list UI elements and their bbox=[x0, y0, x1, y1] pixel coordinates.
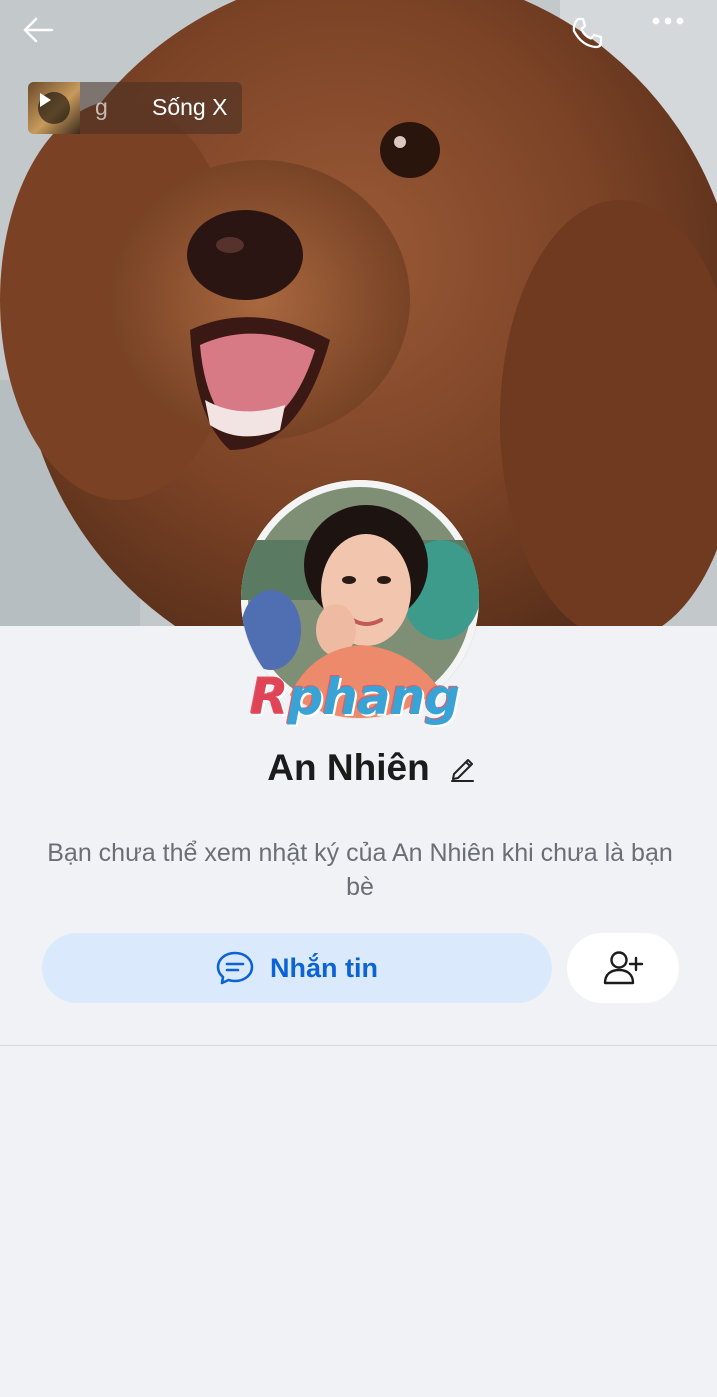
music-song-title: Sống X bbox=[152, 94, 228, 120]
call-button[interactable] bbox=[570, 16, 622, 62]
add-user-icon bbox=[603, 951, 644, 985]
profile-name-row: An Nhiên bbox=[0, 740, 717, 796]
edit-name-button[interactable] bbox=[446, 752, 478, 784]
music-marquee: g Sống X bbox=[80, 82, 242, 134]
play-button[interactable] bbox=[38, 92, 70, 124]
pencil-icon bbox=[450, 759, 474, 782]
play-icon bbox=[40, 93, 51, 107]
watermark-rest: phang bbox=[287, 668, 461, 726]
profile-name: An Nhiên bbox=[267, 747, 430, 788]
watermark-logo: Rphang bbox=[250, 667, 470, 727]
music-text-fragment: g bbox=[95, 94, 108, 120]
section-divider bbox=[0, 1045, 717, 1046]
add-friend-button[interactable] bbox=[567, 933, 679, 1003]
music-thumbnail bbox=[28, 82, 80, 134]
more-options-button[interactable] bbox=[652, 16, 704, 62]
message-button-label: Nhắn tin bbox=[270, 952, 378, 983]
privacy-notice: Bạn chưa thể xem nhật ký của An Nhiên kh… bbox=[47, 839, 673, 901]
more-horizontal-icon bbox=[652, 17, 684, 25]
profile-music-player[interactable]: g Sống X bbox=[28, 82, 242, 134]
phone-icon bbox=[572, 17, 603, 49]
back-button[interactable] bbox=[22, 16, 76, 62]
watermark-lead: R bbox=[250, 668, 289, 726]
chat-bubble-icon bbox=[216, 951, 254, 985]
message-button[interactable]: Nhắn tin bbox=[42, 933, 552, 1003]
arrow-left-icon bbox=[23, 17, 54, 43]
